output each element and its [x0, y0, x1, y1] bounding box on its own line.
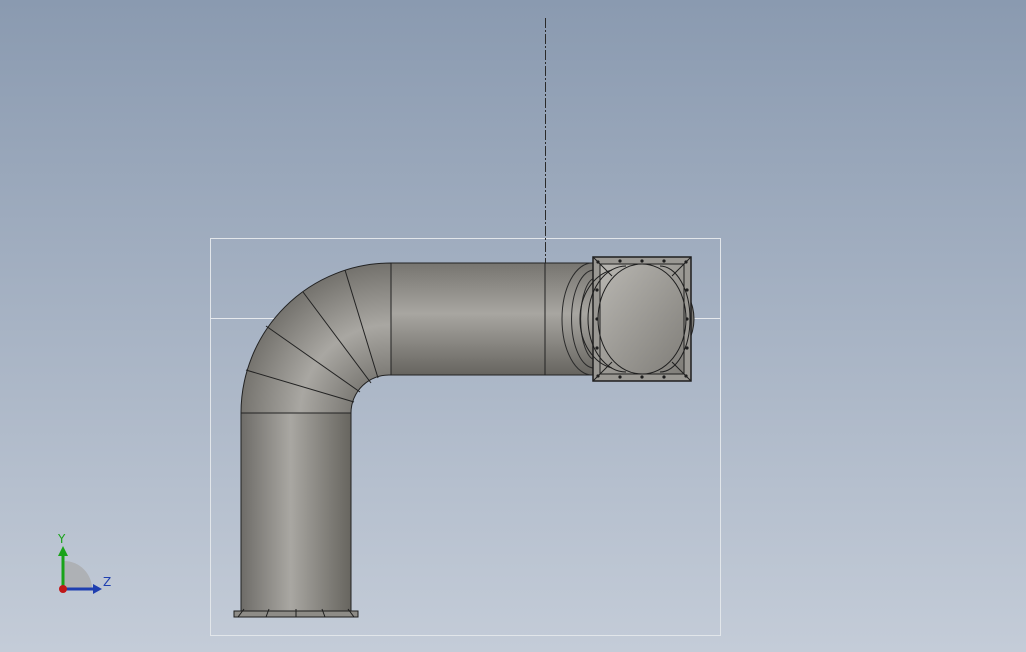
horizontal-duct-segment[interactable] [390, 262, 596, 376]
triad-z-arrow [93, 584, 102, 594]
graphics-viewport[interactable]: Y Z [0, 0, 1026, 652]
triad-y-label: Y [58, 532, 66, 546]
model-canvas[interactable] [0, 0, 1026, 652]
flange-inner-face [599, 263, 685, 375]
reference-triad [58, 546, 102, 594]
vertical-duct-segment[interactable] [240, 412, 352, 614]
triad-x-axis [59, 585, 67, 593]
triad-y-arrow [58, 546, 68, 556]
triad-xy-plane [64, 561, 92, 589]
duct-elbow-model[interactable] [233, 256, 695, 618]
triad-z-label: Z [103, 575, 112, 589]
